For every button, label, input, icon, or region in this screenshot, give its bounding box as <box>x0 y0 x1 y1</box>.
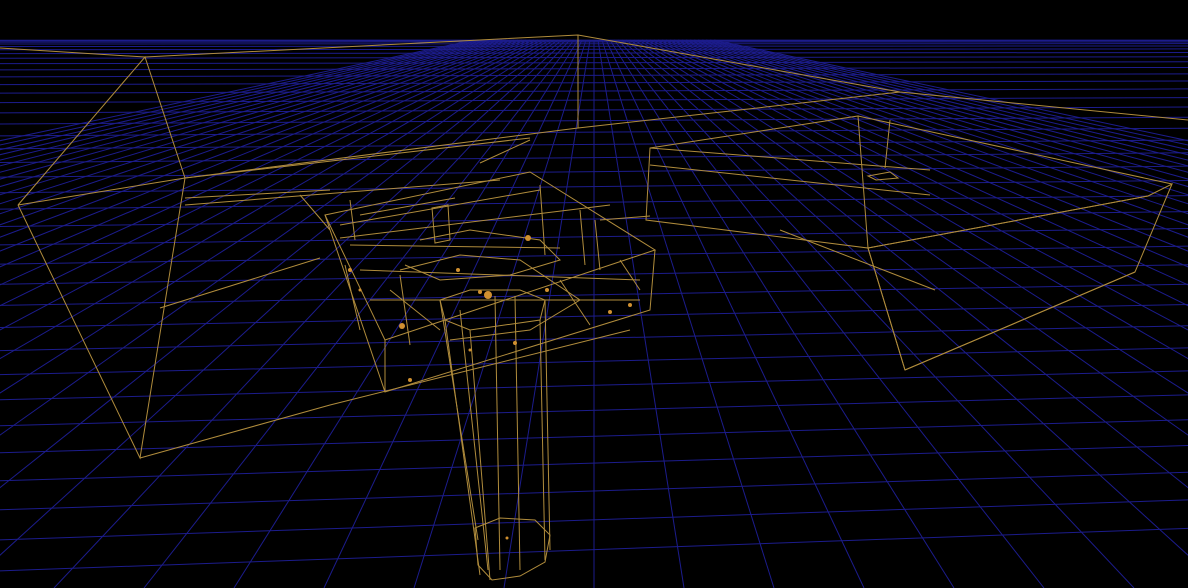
platform-wireframe <box>324 171 657 393</box>
ground-grid <box>0 39 1188 588</box>
pillar-wireframe <box>439 289 551 581</box>
3d-viewport[interactable] <box>0 0 1188 588</box>
